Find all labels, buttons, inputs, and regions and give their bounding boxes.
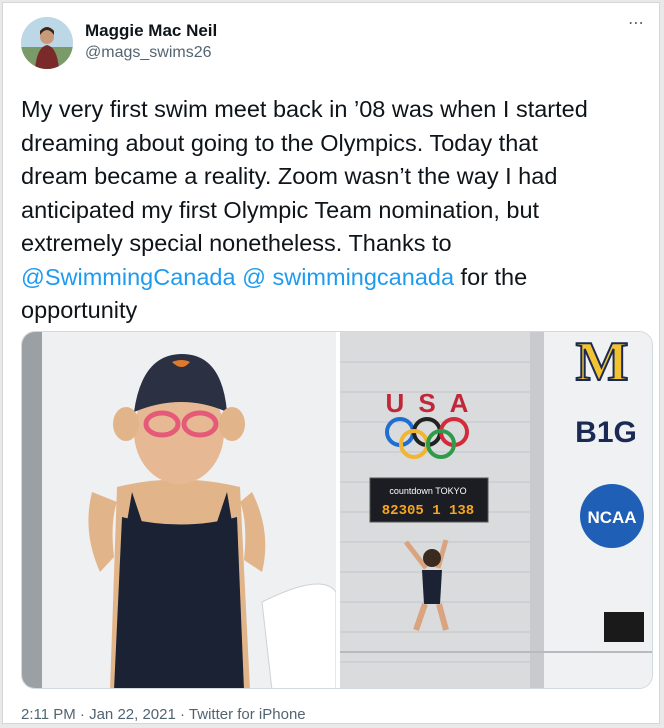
- tweet-source: Twitter for iPhone: [188, 706, 306, 723]
- author-handle[interactable]: @mags_swims26: [85, 44, 212, 62]
- mention-link-swimmingcanada-2[interactable]: @ swimmingcanada: [242, 264, 454, 290]
- tweet-text-line: opportunity: [21, 297, 138, 323]
- tweet-text-line: extremely special nonetheless. Thanks to: [21, 230, 452, 256]
- michigan-m-logo: M: [576, 332, 629, 393]
- tweet-text-line: My very first swim meet back in ’08 was …: [21, 96, 588, 122]
- usa-letters: USA: [386, 388, 483, 418]
- ncaa-logo: NCAA: [587, 508, 636, 527]
- media-grid[interactable]: M B1G NCAA USA countdown TOKYO 82305 1 1…: [21, 331, 653, 689]
- big-ten-logo: B1G: [575, 416, 637, 449]
- tweet-text-line: anticipated my first Olympic Team nomina…: [21, 196, 540, 223]
- more-dots-icon[interactable]: ⋯: [628, 13, 645, 33]
- tweet-date[interactable]: Jan 22, 2021: [89, 706, 176, 723]
- countdown-label: countdown TOKYO: [389, 486, 466, 496]
- meta-separator: ·: [75, 706, 90, 723]
- meta-separator: ·: [175, 706, 189, 723]
- tweet-text-line: dream became a reality. Zoom wasn’t the …: [21, 163, 558, 189]
- tweet-metadata: 2:11 PM · Jan 22, 2021 · Twitter for iPh…: [21, 706, 306, 723]
- tweet-time[interactable]: 2:11 PM: [21, 706, 76, 723]
- tweet-card: Maggie Mac Neil @mags_swims26 ⋯ My very …: [2, 2, 660, 724]
- avatar[interactable]: [21, 17, 73, 69]
- photo-young-swimmer[interactable]: [22, 332, 337, 689]
- photo-michigan-pool[interactable]: M B1G NCAA USA countdown TOKYO 82305 1 1…: [340, 332, 653, 689]
- tweet-text: My very first swim meet back in ’08 was …: [21, 93, 646, 328]
- tweet-text-line: @SwimmingCanada @ swimmingcanada for the: [21, 261, 646, 295]
- author-name[interactable]: Maggie Mac Neil: [85, 21, 217, 41]
- mention-link-swimmingcanada[interactable]: @SwimmingCanada: [21, 264, 236, 290]
- tweet-text-fragment: for the: [454, 263, 528, 290]
- countdown-value: 82305 1 138: [382, 503, 474, 519]
- tweet-text-line: dreaming about going to the Olympics. To…: [21, 129, 538, 156]
